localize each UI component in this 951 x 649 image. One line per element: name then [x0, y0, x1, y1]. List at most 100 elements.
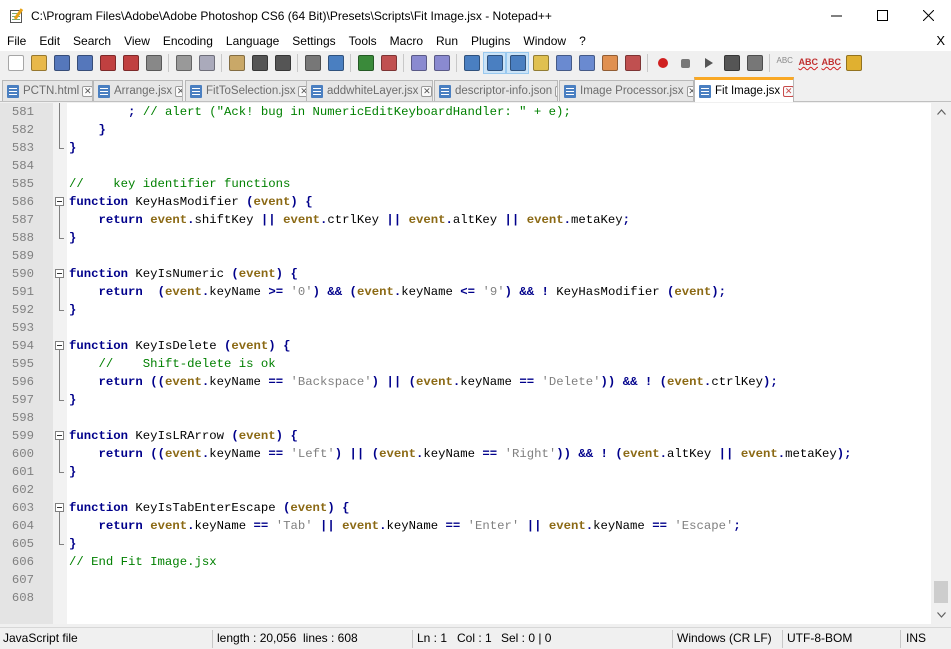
menu-help[interactable]: ?: [572, 31, 592, 51]
menu-file[interactable]: File: [0, 31, 32, 51]
tab-descriptor-info-json[interactable]: descriptor-info.json✕: [434, 80, 558, 101]
undo-button[interactable]: [248, 52, 271, 74]
indent-guide-button[interactable]: [506, 52, 529, 74]
menu-view[interactable]: View: [117, 31, 156, 51]
paste-button[interactable]: [225, 52, 248, 74]
menu-search[interactable]: Search: [66, 31, 117, 51]
spell-abc-button[interactable]: ABC: [796, 52, 819, 74]
cut-button[interactable]: [172, 52, 195, 74]
close-button[interactable]: [96, 52, 119, 74]
function-list-button[interactable]: [575, 52, 598, 74]
scroll-up-button[interactable]: [931, 103, 951, 120]
tab-arrange-jsx[interactable]: Arrange.jsx✕: [93, 80, 183, 101]
menu-edit[interactable]: Edit: [32, 31, 66, 51]
code-line[interactable]: 589: [0, 247, 931, 265]
tab-close-icon[interactable]: ✕: [421, 85, 432, 97]
fold-toggle-icon[interactable]: [54, 427, 66, 445]
save-button[interactable]: [50, 52, 73, 74]
new-file-button[interactable]: [4, 52, 27, 74]
play-multiple-button[interactable]: [720, 52, 743, 74]
redo-button[interactable]: [271, 52, 294, 74]
menu-tools[interactable]: Tools: [342, 31, 383, 51]
find-button[interactable]: [301, 52, 324, 74]
close-all-button[interactable]: [119, 52, 142, 74]
tab-fittoselection-jsx[interactable]: FitToSelection.jsx ✕: [185, 80, 307, 101]
fold-toggle-icon[interactable]: [54, 193, 66, 211]
show-all-chars-button[interactable]: [483, 52, 506, 74]
menu-run[interactable]: Run: [429, 31, 464, 51]
sync-horizontal-button[interactable]: [430, 52, 453, 74]
spell-abc-alt-button[interactable]: ABC: [819, 52, 842, 74]
stop-record-button[interactable]: [674, 52, 697, 74]
code-line[interactable]: 585 // key identifier functions: [0, 175, 931, 193]
menu-language[interactable]: Language: [219, 31, 285, 51]
play-macro-button[interactable]: [697, 52, 720, 74]
folder-workspace-button[interactable]: [598, 52, 621, 74]
tab-close-icon[interactable]: ✕: [686, 85, 693, 97]
tab-pctn-html[interactable]: PCTN.html ✕: [2, 80, 93, 101]
scrollbar-thumb[interactable]: [934, 581, 948, 603]
open-file-button[interactable]: [27, 52, 50, 74]
close-window-button[interactable]: [905, 0, 951, 31]
code-line[interactable]: 601}: [0, 463, 931, 481]
code-line[interactable]: 599 function KeyIsLRArrow (event) {: [0, 427, 931, 445]
monitor-button[interactable]: [621, 52, 644, 74]
zoom-in-button[interactable]: [354, 52, 377, 74]
sync-vertical-button[interactable]: [407, 52, 430, 74]
highlight-button[interactable]: [842, 52, 865, 74]
tab-close-icon[interactable]: ✕: [783, 85, 793, 97]
vertical-scrollbar[interactable]: [931, 103, 951, 624]
code-line[interactable]: 604 return event.keyName == 'Tab' || eve…: [0, 517, 931, 535]
code-line[interactable]: 596 return ((event.keyName == 'Backspace…: [0, 373, 931, 391]
status-insert-mode[interactable]: INS: [903, 628, 926, 649]
code-line[interactable]: 590 function KeyIsNumeric (event) {: [0, 265, 931, 283]
menu-macro[interactable]: Macro: [383, 31, 429, 51]
save-all-button[interactable]: [73, 52, 96, 74]
menu-settings[interactable]: Settings: [285, 31, 341, 51]
tab-addwhitelayer-jsx[interactable]: addwhiteLayer.jsx ✕: [306, 80, 433, 101]
tab-close-icon[interactable]: ✕: [82, 85, 92, 97]
doc-map-button[interactable]: [552, 52, 575, 74]
print-button[interactable]: [142, 52, 165, 74]
zoom-out-button[interactable]: [377, 52, 400, 74]
code-line[interactable]: 602: [0, 481, 931, 499]
replace-button[interactable]: [324, 52, 347, 74]
code-line[interactable]: 594 function KeyIsDelete (event) {: [0, 337, 931, 355]
status-eol[interactable]: Windows (CR LF): [674, 628, 772, 649]
code-line[interactable]: 597}: [0, 391, 931, 409]
copy-button[interactable]: [195, 52, 218, 74]
fold-toggle-icon[interactable]: [54, 265, 66, 283]
code-line[interactable]: 606 // End Fit Image.jsx: [0, 553, 931, 571]
status-encoding[interactable]: UTF-8-BOM: [784, 628, 852, 649]
menu-window[interactable]: Window: [516, 31, 572, 51]
code-line[interactable]: 600 return ((event.keyName == 'Left') ||…: [0, 445, 931, 463]
code-line[interactable]: 592}: [0, 301, 931, 319]
code-editor[interactable]: 581 ; // alert ("Ack! bug in NumericEdit…: [0, 103, 931, 624]
spell-check-button[interactable]: ABC: [773, 52, 796, 74]
code-line[interactable]: 593: [0, 319, 931, 337]
udl-button[interactable]: [529, 52, 552, 74]
code-line[interactable]: 586 function KeyHasModifier (event) {: [0, 193, 931, 211]
tab-close-icon[interactable]: ✕: [175, 85, 182, 97]
tab-fit-image-jsx[interactable]: Fit Image.jsx ✕: [694, 77, 794, 102]
code-line[interactable]: 583}: [0, 139, 931, 157]
code-line[interactable]: 603 function KeyIsTabEnterEscape (event) …: [0, 499, 931, 517]
code-line[interactable]: 608: [0, 589, 931, 607]
menu-encoding[interactable]: Encoding: [156, 31, 219, 51]
fold-toggle-icon[interactable]: [54, 337, 66, 355]
minimize-button[interactable]: [813, 0, 859, 31]
code-line[interactable]: 605}: [0, 535, 931, 553]
code-line[interactable]: 587 return event.shiftKey || event.ctrlK…: [0, 211, 931, 229]
maximize-button[interactable]: [859, 0, 905, 31]
code-line[interactable]: 588}: [0, 229, 931, 247]
code-line[interactable]: 607: [0, 571, 931, 589]
word-wrap-button[interactable]: [460, 52, 483, 74]
code-line[interactable]: 598: [0, 409, 931, 427]
fold-toggle-icon[interactable]: [54, 499, 66, 517]
menu-plugins[interactable]: Plugins: [464, 31, 516, 51]
scroll-down-button[interactable]: [931, 606, 951, 623]
code-line[interactable]: 595 // Shift-delete is ok: [0, 355, 931, 373]
code-line[interactable]: 584: [0, 157, 931, 175]
code-line[interactable]: 591 return (event.keyName >= '0') && (ev…: [0, 283, 931, 301]
save-macro-button[interactable]: [743, 52, 766, 74]
